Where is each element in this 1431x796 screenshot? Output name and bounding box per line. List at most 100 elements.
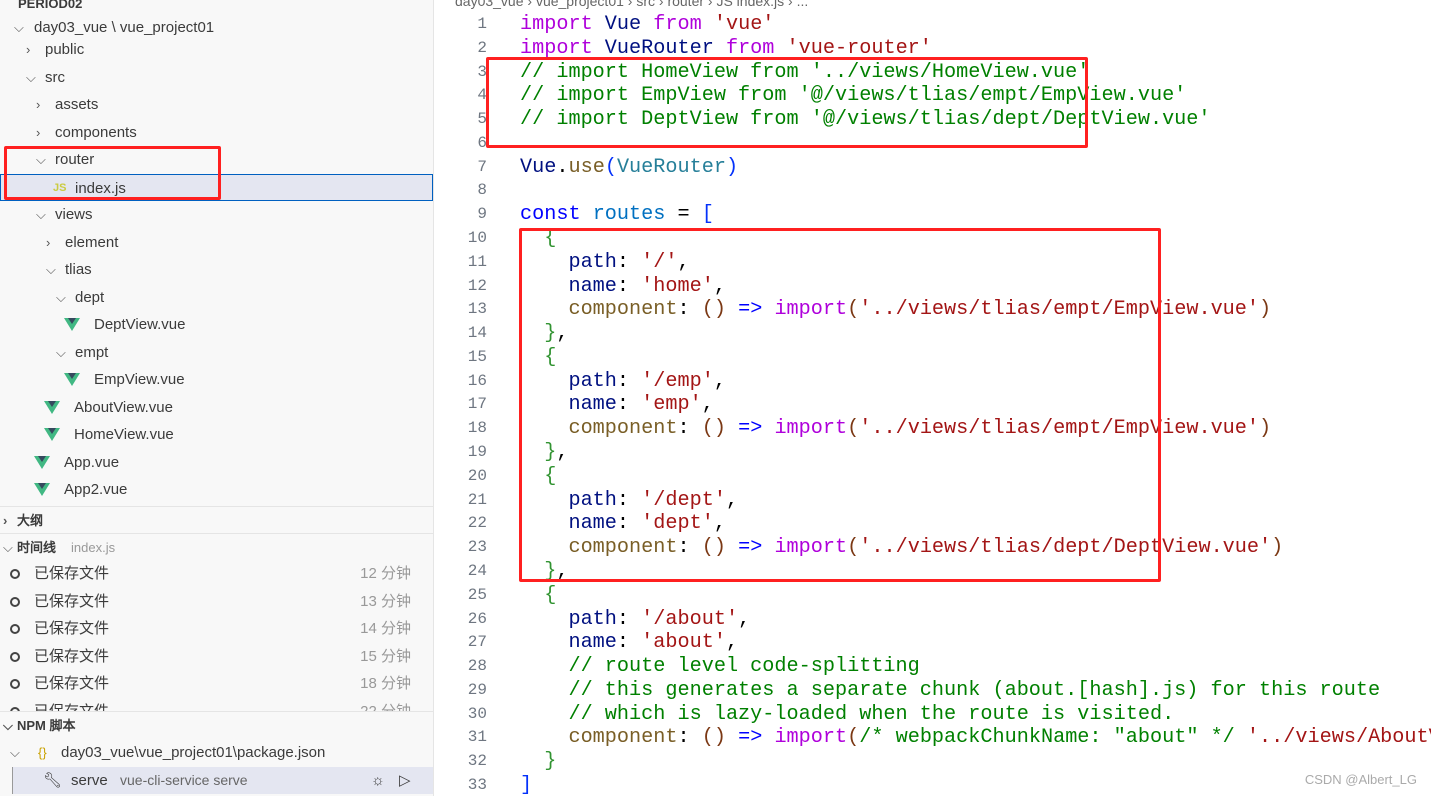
- code-token: {: [520, 583, 557, 607]
- chevron-right-icon: ›: [46, 234, 51, 250]
- timeline-label: 已保存文件: [34, 647, 110, 665]
- timeline-item[interactable]: 已保存文件 14 分钟: [0, 615, 433, 642]
- timeline-time: 18 分钟: [360, 675, 411, 692]
- line-number: 11: [467, 252, 487, 271]
- package-label: day03_vue\vue_project01\package.json: [61, 744, 326, 761]
- code-line[interactable]: path: '/about',: [520, 608, 750, 632]
- line-number: 26: [467, 609, 487, 628]
- code-token: /* webpackChunkName: "about" */: [859, 726, 1235, 750]
- npm-package[interactable]: ⌵ {} day03_vue\vue_project01\package.json: [0, 739, 433, 766]
- code-token: 'vue': [701, 13, 775, 36]
- code-line[interactable]: // this generates a separate chunk (abou…: [520, 679, 1380, 703]
- timeline-section[interactable]: ⌵ 时间线 index.js: [0, 533, 433, 560]
- line-number: 24: [467, 561, 487, 580]
- code-line[interactable]: component: () => import(/* webpackChunkN…: [520, 726, 1431, 750]
- wrench-icon: 🔧︎: [43, 772, 63, 789]
- timeline-item[interactable]: 已保存文件 13 分钟: [0, 588, 433, 615]
- code-editor[interactable]: day03_vue › vue_project01 › src › router…: [435, 0, 1431, 796]
- tree-item[interactable]: HomeView.vue: [0, 421, 433, 448]
- tree-item-label: HomeView.vue: [74, 426, 174, 443]
- line-number: 29: [467, 680, 487, 699]
- timeline-item[interactable]: 已保存文件 18 分钟: [0, 670, 433, 697]
- tree-item[interactable]: › public: [0, 36, 433, 63]
- outline-section[interactable]: › 大纲: [0, 506, 433, 533]
- vue-file-icon: [44, 428, 60, 441]
- tree-item[interactable]: DeptView.vue: [0, 311, 433, 338]
- vue-file-icon: [64, 373, 80, 386]
- code-token: (): [701, 726, 726, 750]
- tree-item[interactable]: ⌵ dept: [0, 284, 433, 311]
- tree-item-label: assets: [55, 96, 99, 113]
- tree-item[interactable]: ⌵ empt: [0, 339, 433, 366]
- tree-item[interactable]: AboutView.vue: [0, 394, 433, 421]
- code-line[interactable]: const routes = [: [520, 203, 714, 227]
- code-line[interactable]: Vue.use(VueRouter): [520, 156, 738, 180]
- chevron-down-icon: ⌵: [10, 745, 20, 760]
- tree-item-label: DeptView.vue: [94, 316, 186, 333]
- tree-item[interactable]: › assets: [0, 91, 433, 118]
- code-token: =: [677, 203, 702, 227]
- tree-item-label: App2.vue: [64, 481, 128, 498]
- code-line[interactable]: name: 'about',: [520, 631, 738, 655]
- code-token: from: [653, 13, 702, 36]
- tree-item[interactable]: › element: [0, 229, 433, 256]
- tree-item[interactable]: App2.vue: [0, 476, 433, 503]
- code-token: path: [520, 607, 617, 631]
- tree-item-label: views: [55, 206, 93, 223]
- chevron-down-icon: ⌵: [56, 344, 66, 360]
- line-number: 13: [467, 300, 487, 319]
- debug-icon[interactable]: ☼: [371, 767, 385, 794]
- code-token: ,: [738, 607, 751, 631]
- tree-item[interactable]: App.vue: [0, 449, 433, 476]
- code-token: 'about': [641, 631, 726, 655]
- code-token: (: [604, 155, 617, 179]
- chevron-right-icon: ›: [26, 42, 31, 57]
- code-line[interactable]: // route level code-splitting: [520, 655, 919, 679]
- line-number: 5: [477, 110, 487, 129]
- code-line[interactable]: // which is lazy-loaded when the route i…: [520, 703, 1174, 727]
- timeline-label: 已保存文件: [34, 675, 110, 692]
- code-token: routes: [580, 203, 678, 227]
- highlight-box: [519, 228, 1161, 582]
- line-number: 10: [467, 229, 487, 248]
- line-number: 25: [467, 585, 487, 604]
- npm-script-serve[interactable]: 🔧︎ serve vue-cli-service serve ☼ ▷: [12, 767, 433, 794]
- line-number: 7: [477, 157, 487, 176]
- code-line[interactable]: ]: [520, 774, 532, 796]
- code-token: }: [520, 750, 557, 774]
- timeline-item[interactable]: 已保存文件 15 分钟: [0, 643, 433, 670]
- code-token: // this generates a separate chunk (abou…: [520, 678, 1381, 702]
- code-token: // which is lazy-loaded when the route i…: [520, 702, 1175, 726]
- code-token: :: [677, 726, 702, 750]
- tree-item[interactable]: ⌵ src: [0, 64, 433, 91]
- vue-file-icon: [64, 318, 80, 331]
- tree-item[interactable]: › components: [0, 119, 433, 146]
- breadcrumb[interactable]: day03_vue › vue_project01 › src › router…: [455, 0, 808, 9]
- line-number: 18: [467, 419, 487, 438]
- run-icon[interactable]: ▷: [399, 767, 411, 794]
- code-token: ): [725, 155, 739, 179]
- code-line[interactable]: }: [520, 750, 556, 774]
- tree-item-label: public: [45, 41, 85, 58]
- timeline-time: 13 分钟: [360, 592, 411, 610]
- timeline-time: 15 分钟: [360, 647, 411, 665]
- tree-item[interactable]: EmpView.vue: [0, 366, 433, 393]
- timeline-file: index.js: [71, 540, 116, 555]
- tree-item-label: element: [65, 233, 119, 251]
- timeline-label: 已保存文件: [34, 592, 110, 610]
- npm-section[interactable]: ⌵ NPM 脚本: [0, 711, 433, 738]
- code-token: ,: [725, 631, 739, 655]
- chevron-down-icon: ⌵: [56, 289, 66, 305]
- circle-icon: [10, 651, 20, 662]
- line-number: 19: [467, 443, 487, 462]
- tree-item[interactable]: ⌵ views: [0, 201, 433, 228]
- code-line[interactable]: {: [520, 584, 556, 608]
- line-number: 33: [467, 775, 487, 794]
- chevron-right-icon: ›: [36, 97, 41, 112]
- tree-item-label: tlias: [65, 261, 92, 278]
- timeline-item[interactable]: 已保存文件 12 分钟: [0, 560, 433, 587]
- line-number: 12: [467, 276, 487, 295]
- code-line[interactable]: import Vue from 'vue': [520, 13, 774, 37]
- tree-item[interactable]: ⌵ tlias: [0, 256, 433, 283]
- code-token: import: [520, 13, 593, 36]
